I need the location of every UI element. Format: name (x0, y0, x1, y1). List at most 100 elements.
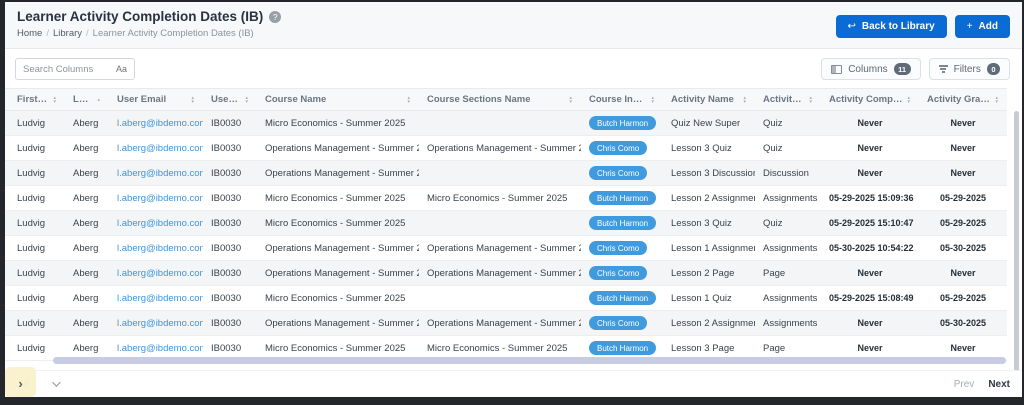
instructor-pill[interactable]: Butch Harmon (589, 216, 657, 230)
filters-button[interactable]: Filters 0 (928, 58, 1010, 80)
sort-ascending-icon[interactable]: ▲ (97, 97, 101, 102)
instructor-pill[interactable]: Chris Como (589, 266, 648, 280)
cell-user_email: l.aberg@ibdemo.com (109, 110, 203, 136)
breadcrumb-library[interactable]: Library (53, 28, 82, 39)
email-link[interactable]: l.aberg@ibdemo.com (117, 243, 203, 254)
column-header-activity_name[interactable]: Activity Name ▲ ▼ (663, 88, 755, 111)
cell-last_name: Aberg (65, 260, 109, 286)
column-header-course_instructors[interactable]: Course Instructor(s)▲▼ (581, 88, 663, 111)
email-link[interactable]: l.aberg@ibdemo.com (117, 293, 203, 304)
table-row[interactable]: Ludvig Aberg l.aberg@ibdemo.com IB0030 Micro… (5, 285, 1007, 311)
table-row[interactable]: Ludvig Aberg l.aberg@ibdemo.com IB0030 Opera… (5, 235, 1007, 261)
next-page-link[interactable]: Next (988, 379, 1010, 390)
sort-icon[interactable]: ▲ ▼ (651, 95, 655, 104)
filters-count-badge: 0 (986, 63, 1000, 75)
cell-activity_completion_date: Never (821, 260, 919, 286)
email-link[interactable]: l.aberg@ibdemo.com (117, 218, 203, 229)
sort-icon[interactable]: ▲ ▼ (407, 95, 411, 104)
cell-activity_graded_date: 05-29-2025 (919, 185, 1007, 211)
table-row[interactable]: Ludvig Aberg l.aberg@ibdemo.com IB0030 Opera… (5, 160, 1007, 186)
filters-label: Filters (953, 63, 981, 75)
email-link[interactable]: l.aberg@ibdemo.com (117, 343, 203, 354)
column-header-last_name[interactable]: Last Name▲ (65, 88, 109, 111)
table-row[interactable]: Ludvig Aberg l.aberg@ibdemo.com IB0030 Micro… (5, 210, 1007, 236)
cell-course_sections_name: Micro Economics - Summer 2025 (419, 185, 581, 211)
cell-last_name: Aberg (65, 135, 109, 161)
add-button[interactable]: + Add (954, 15, 1010, 38)
learner-activity-table: First Name▲▼Last Name▲User Email▲▼User S… (5, 88, 1007, 361)
cell-activity_completion_date: 05-30-2025 10:54:22 (821, 235, 919, 261)
table-row[interactable]: Ludvig Aberg l.aberg@ibdemo.com IB0030 Opera… (5, 310, 1007, 336)
instructor-pill[interactable]: Butch Harmon (589, 291, 657, 305)
cell-activity_name: Lesson 2 Assignment (663, 310, 755, 336)
help-icon[interactable]: ? (269, 10, 282, 23)
cell-activity_graded_date: Never (919, 160, 1007, 186)
sort-icon[interactable]: ▲ ▼ (743, 95, 747, 104)
cell-activity_graded_date: Never (919, 135, 1007, 161)
highlighted-expand-button[interactable]: › (5, 367, 36, 397)
cell-activity_completion_date: Never (821, 160, 919, 186)
pager: Prev Next (954, 379, 1010, 390)
search-columns-box[interactable]: Aa (15, 58, 135, 80)
sort-icon[interactable]: ▲ ▼ (907, 95, 911, 104)
email-link[interactable]: l.aberg@ibdemo.com (117, 318, 203, 329)
column-header-course_sections_name[interactable]: Course Sections Name ▲ ▼ (419, 88, 581, 111)
table-row[interactable]: Ludvig Aberg l.aberg@ibdemo.com IB0030 Micro… (5, 185, 1007, 211)
column-header-user_sis_id[interactable]: User SIS ID▲▼ (203, 88, 257, 111)
cell-course_instructors: Butch Harmon (581, 285, 663, 311)
horizontal-scrollbar[interactable] (53, 357, 1006, 364)
cell-user_sis_id: IB0030 (203, 310, 257, 336)
chevron-right-icon: › (18, 375, 23, 391)
cell-user_email: l.aberg@ibdemo.com (109, 210, 203, 236)
cell-activity_graded_date: Never (919, 260, 1007, 286)
cell-course_instructors: Butch Harmon (581, 110, 663, 136)
email-link[interactable]: l.aberg@ibdemo.com (117, 168, 203, 179)
email-link[interactable]: l.aberg@ibdemo.com (117, 268, 203, 279)
cell-activity_graded_date: 05-30-2025 (919, 310, 1007, 336)
cell-activity_name: Lesson 3 Quiz (663, 210, 755, 236)
instructor-pill[interactable]: Chris Como (589, 241, 648, 255)
cell-user_sis_id: IB0030 (203, 260, 257, 286)
email-link[interactable]: l.aberg@ibdemo.com (117, 118, 203, 129)
cell-activity_graded_date: 05-29-2025 (919, 210, 1007, 236)
sort-icon[interactable]: ▲ ▼ (995, 95, 999, 104)
email-link[interactable]: l.aberg@ibdemo.com (117, 143, 203, 154)
case-sensitive-toggle[interactable]: Aa (116, 64, 127, 74)
instructor-pill[interactable]: Butch Harmon (589, 341, 657, 355)
sort-icon[interactable]: ▲ ▼ (809, 95, 813, 104)
instructor-pill[interactable]: Butch Harmon (589, 191, 657, 205)
cell-last_name: Aberg (65, 210, 109, 236)
column-label: Activity Type (763, 94, 806, 105)
column-header-activity_graded_date[interactable]: Activity Graded Date▲▼ (919, 88, 1007, 111)
cell-user_email: l.aberg@ibdemo.com (109, 135, 203, 161)
column-header-user_email[interactable]: User Email ▲ ▼ (109, 88, 203, 111)
sort-icon[interactable]: ▲ ▼ (191, 95, 195, 104)
report-page: Learner Activity Completion Dates (IB) ?… (5, 2, 1022, 397)
column-header-activity_type[interactable]: Activity Type▲▼ (755, 88, 821, 111)
vertical-scrollbar[interactable] (1014, 111, 1019, 379)
table-row[interactable]: Ludvig Aberg l.aberg@ibdemo.com IB0030 Opera… (5, 135, 1007, 161)
cell-course_instructors: Chris Como (581, 310, 663, 336)
cell-course_sections_name: Operations Management - Summer 2025 (419, 260, 581, 286)
column-header-course_name[interactable]: Course Name ▲ ▼ (257, 88, 419, 111)
column-header-first_name[interactable]: First Name▲▼ (5, 88, 65, 111)
instructor-pill[interactable]: Butch Harmon (589, 116, 657, 130)
sort-icon[interactable]: ▲ ▼ (53, 95, 57, 104)
instructor-pill[interactable]: Chris Como (589, 316, 648, 330)
instructor-pill[interactable]: Chris Como (589, 141, 648, 155)
columns-button[interactable]: Columns 11 (821, 58, 921, 80)
instructor-pill[interactable]: Chris Como (589, 166, 648, 180)
sort-icon[interactable]: ▲ ▼ (245, 95, 249, 104)
cell-course_name: Operations Management - Summer 2025 (257, 135, 419, 161)
cell-last_name: Aberg (65, 160, 109, 186)
email-link[interactable]: l.aberg@ibdemo.com (117, 193, 203, 204)
back-to-library-button[interactable]: ↩ Back to Library (835, 15, 947, 38)
prev-page-link[interactable]: Prev (954, 379, 975, 390)
table-head-row: First Name▲▼Last Name▲User Email▲▼User S… (5, 88, 1007, 111)
sort-icon[interactable]: ▲ ▼ (569, 95, 573, 104)
table-row[interactable]: Ludvig Aberg l.aberg@ibdemo.com IB0030 Opera… (5, 260, 1007, 286)
breadcrumb-home[interactable]: Home (17, 28, 42, 39)
column-header-activity_completion_date[interactable]: Activity Completion Date▲▼ (821, 88, 919, 111)
table-row[interactable]: Ludvig Aberg l.aberg@ibdemo.com IB0030 Micro… (5, 110, 1007, 136)
search-columns-input[interactable] (23, 63, 112, 75)
